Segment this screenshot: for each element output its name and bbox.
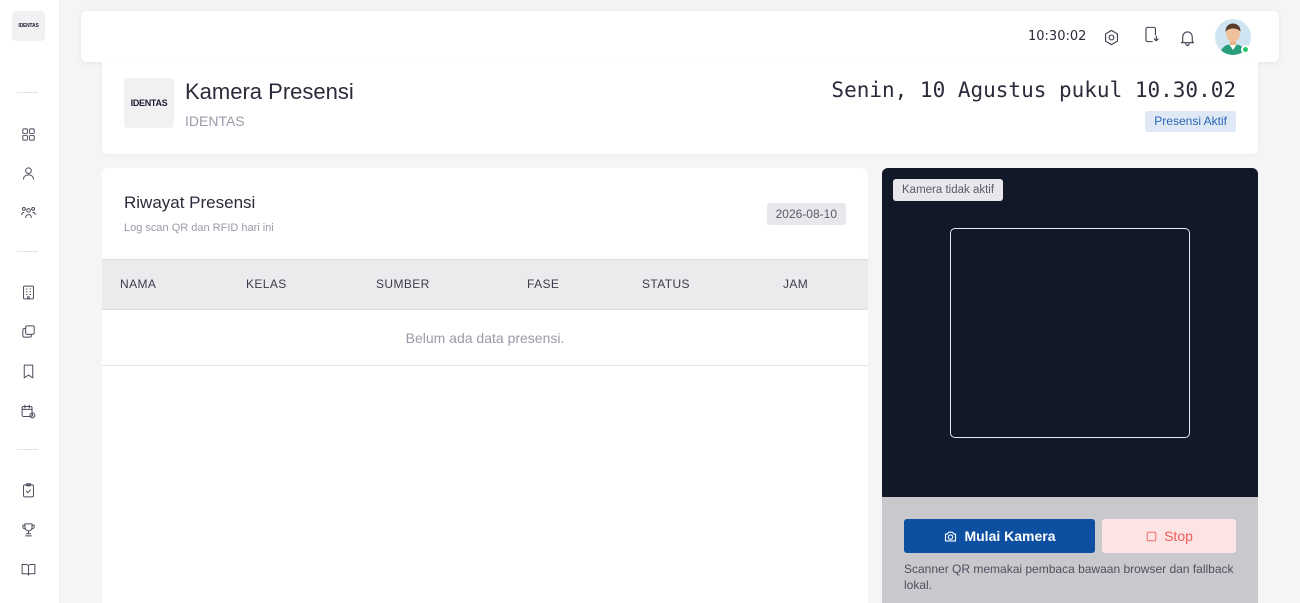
camera-icon	[945, 531, 957, 541]
clock-display: 10:30:02	[1028, 29, 1087, 44]
column-header-kelas[interactable]: KELAS	[246, 260, 287, 309]
building-icon	[22, 285, 34, 299]
stop-camera-button[interactable]: Stop	[1102, 519, 1236, 553]
book-open-icon	[21, 563, 35, 576]
bell-icon	[1180, 30, 1194, 46]
status-badge: Presensi Aktif	[1145, 111, 1236, 132]
grid-icon	[21, 127, 35, 141]
page-title: Kamera Presensi	[185, 79, 354, 104]
camera-controls: Mulai Kamera Stop Scanner QR memakai pem…	[882, 497, 1258, 603]
topbar: 10:30:02	[81, 11, 1279, 62]
sidebar-item-schedule[interactable]	[18, 401, 38, 421]
date-badge: 2026-08-10	[766, 203, 846, 225]
sidebar: IDENTAS	[0, 0, 60, 603]
sidebar-item-user[interactable]	[18, 163, 38, 183]
sidebar-item-building[interactable]	[18, 282, 38, 302]
sidebar-item-attendance[interactable]	[18, 480, 38, 500]
bookmark-icon	[23, 364, 33, 378]
page-subtitle: IDENTAS	[185, 113, 245, 129]
sidebar-item-dashboard[interactable]	[18, 124, 38, 144]
device-download-icon	[1144, 26, 1159, 42]
sidebar-divider	[17, 251, 38, 252]
camera-card: Kamera tidak aktif Mulai Kamera Stop Sca…	[882, 168, 1258, 603]
sidebar-divider	[17, 449, 38, 450]
stop-camera-label: Stop	[1164, 528, 1193, 544]
history-title: Riwayat Presensi	[124, 193, 256, 212]
camera-status-badge: Kamera tidak aktif	[893, 179, 1004, 201]
trophy-icon	[21, 522, 35, 536]
table-header: NAMA KELAS SUMBER FASE STATUS JAM	[102, 259, 868, 310]
settings-icon	[1104, 29, 1118, 45]
camera-viewport: Kamera tidak aktif	[882, 168, 1258, 497]
scan-frame	[950, 228, 1190, 438]
column-header-fase[interactable]: FASE	[527, 260, 559, 309]
column-header-sumber[interactable]: SUMBER	[376, 260, 430, 309]
copy-icon	[21, 324, 35, 338]
page-header: IDENTAS Kamera Presensi IDENTAS Senin, 1…	[102, 62, 1258, 154]
clipboard-check-icon	[22, 482, 34, 497]
calendar-clock-icon	[21, 404, 35, 418]
school-logo-text: IDENTAS	[130, 98, 168, 108]
history-subtitle: Log scan QR dan RFID hari ini	[124, 222, 274, 234]
sidebar-item-bookmark[interactable]	[18, 361, 38, 381]
school-logo: IDENTAS	[124, 78, 174, 128]
current-datetime: Senin, 10 Agustus pukul 10.30.02	[831, 78, 1236, 102]
online-status-indicator	[1241, 45, 1250, 54]
start-camera-button[interactable]: Mulai Kamera	[904, 519, 1095, 553]
empty-state-row: Belum ada data presensi.	[102, 310, 868, 366]
stop-icon	[1146, 531, 1157, 541]
column-header-nama[interactable]: NAMA	[120, 260, 156, 309]
sidebar-item-copy[interactable]	[18, 321, 38, 341]
start-camera-label: Mulai Kamera	[964, 528, 1056, 544]
column-header-status[interactable]: STATUS	[642, 260, 690, 309]
sidebar-item-achievement[interactable]	[18, 519, 38, 539]
users-group-icon	[20, 206, 36, 218]
user-icon	[22, 166, 34, 180]
sidebar-divider	[17, 92, 38, 93]
attendance-history-card: Riwayat Presensi Log scan QR dan RFID ha…	[102, 168, 868, 603]
sidebar-item-library[interactable]	[18, 559, 38, 579]
sidebar-logo-text: IDENTAS	[18, 23, 39, 29]
sidebar-item-users[interactable]	[18, 202, 38, 222]
settings-button[interactable]	[1100, 26, 1122, 48]
notifications-button[interactable]	[1176, 26, 1198, 48]
column-header-jam[interactable]: JAM	[783, 260, 808, 309]
sidebar-logo[interactable]: IDENTAS	[12, 11, 45, 41]
device-button[interactable]	[1140, 23, 1162, 45]
scanner-note: Scanner QR memakai pembaca bawaan browse…	[904, 562, 1234, 592]
